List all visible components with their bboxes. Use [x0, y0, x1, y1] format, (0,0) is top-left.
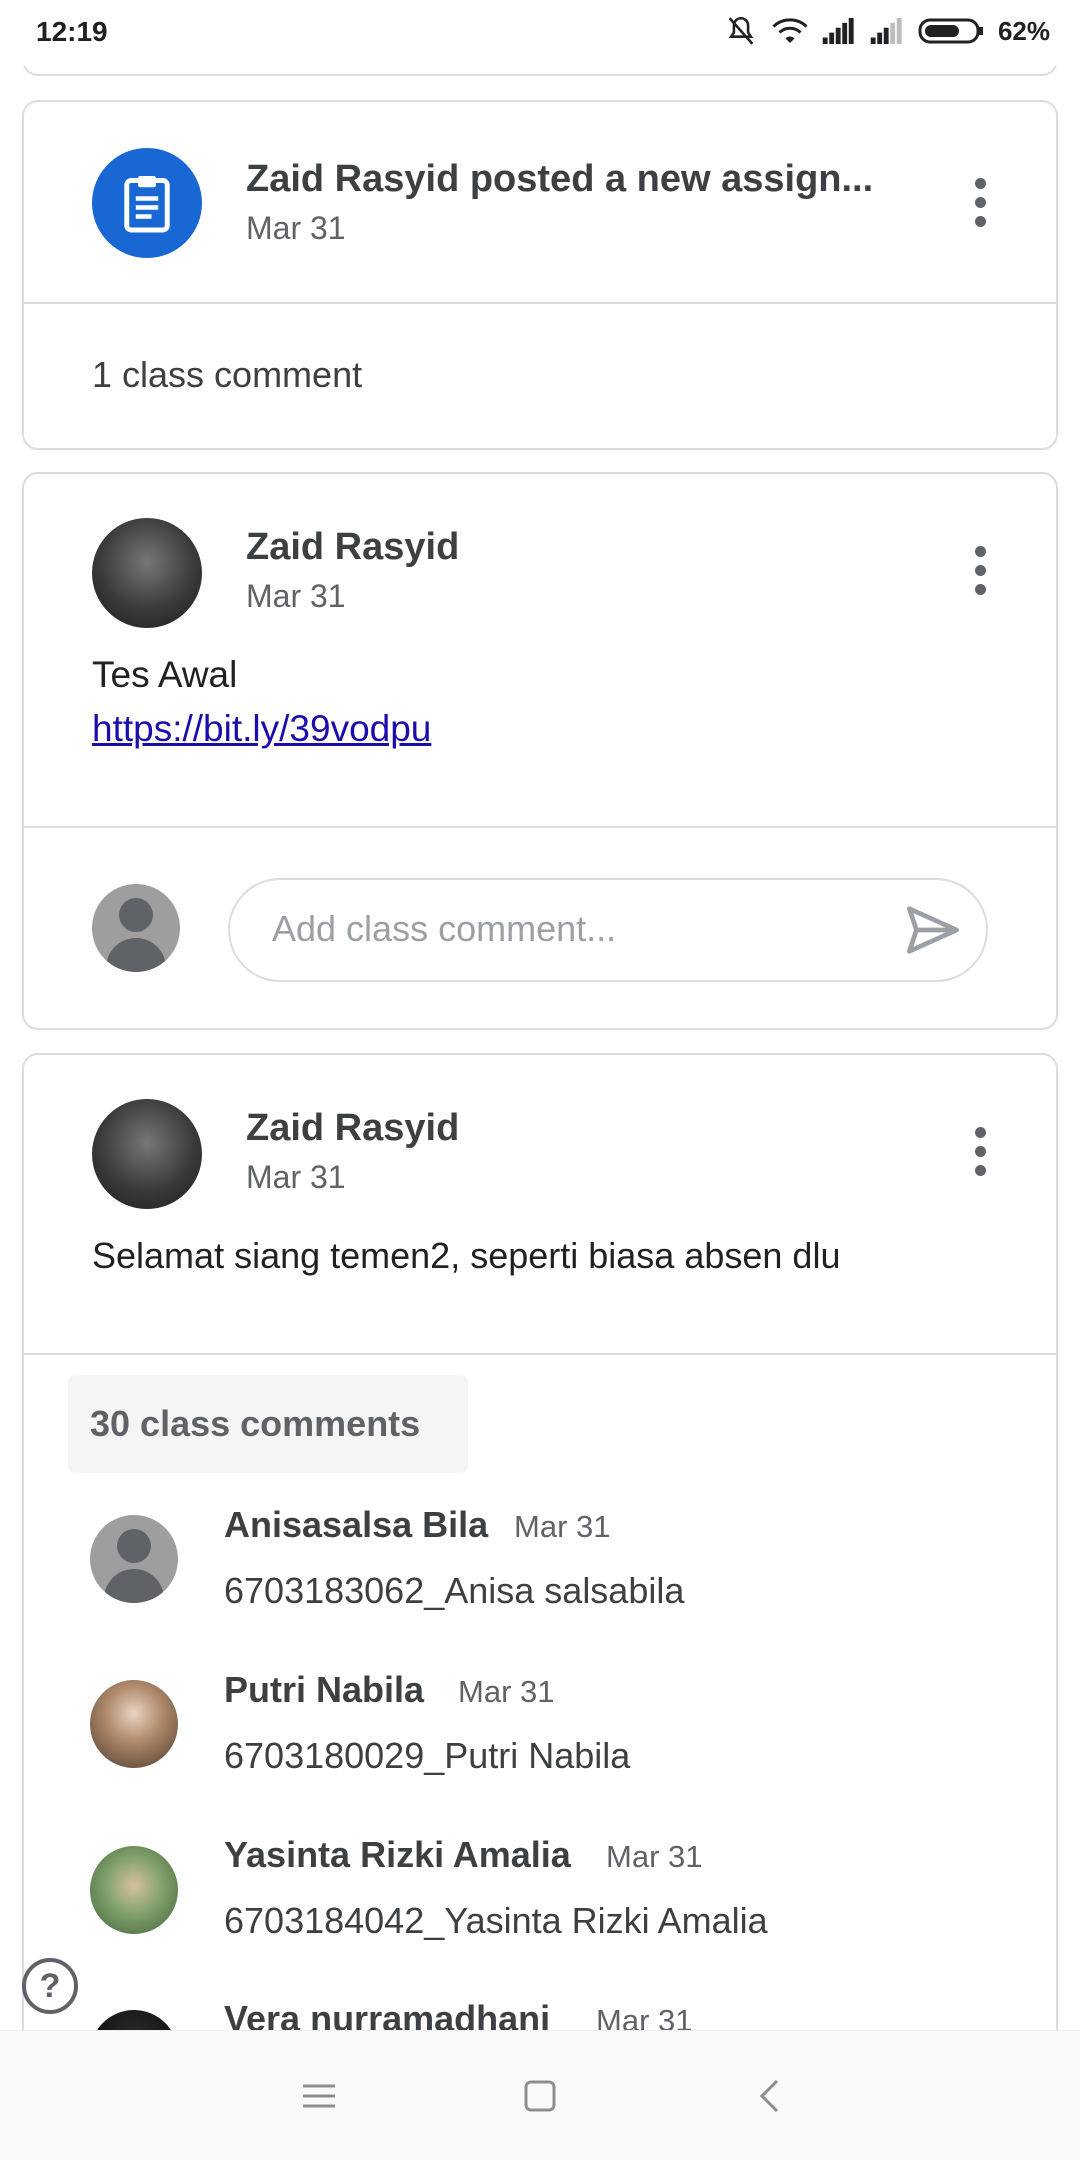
help-icon[interactable]: ? — [22, 1958, 78, 2014]
post-date: Mar 31 — [246, 578, 346, 614]
post-link[interactable]: https://bit.ly/39vodpu — [92, 708, 431, 750]
home-icon — [524, 2080, 556, 2112]
battery-percent: 62% — [997, 15, 1050, 46]
back-nav-button[interactable] — [744, 2071, 794, 2121]
comment-date: Mar 31 — [596, 2003, 693, 2030]
status-bar: 12:19 62% — [0, 0, 1080, 66]
wifi-icon — [772, 18, 808, 43]
class-comments-count: 30 class comments — [90, 1403, 421, 1444]
battery-icon — [918, 18, 983, 44]
signal-icon-2 — [870, 18, 902, 44]
post-text: Selamat siang temen2, seperti biasa abse… — [92, 1235, 841, 1276]
commenter-name: Putri Nabila — [224, 1669, 425, 1710]
assignment-comments-link[interactable]: 1 class comment — [92, 354, 362, 396]
post-author: Zaid Rasyid — [246, 526, 460, 568]
comment-text: 6703183062_Anisa salsabila — [224, 1570, 685, 1611]
comment-date: Mar 31 — [458, 1674, 555, 1709]
comment-text: 6703184042_Yasinta Rizki Amalia — [224, 1900, 768, 1941]
comment-date: Mar 31 — [514, 1509, 611, 1544]
divider — [24, 826, 1056, 828]
status-time: 12:19 — [36, 16, 108, 47]
system-nav-bar — [0, 2030, 1080, 2160]
class-comments-button[interactable]: 30 class comments — [68, 1375, 468, 1473]
comment-input[interactable]: Add class comment... — [228, 878, 988, 982]
comment-placeholder: Add class comment... — [272, 908, 617, 949]
post-author: Zaid Rasyid — [246, 1107, 460, 1149]
author-avatar — [92, 518, 202, 628]
commenter-avatar — [90, 1680, 178, 1768]
assignment-date: Mar 31 — [246, 210, 346, 246]
commenter-avatar — [90, 1846, 178, 1934]
assignment-icon — [124, 176, 170, 233]
home-nav-button[interactable] — [515, 2071, 565, 2121]
commenter-name: Anisasalsa Bila — [224, 1504, 489, 1545]
assignment-card[interactable]: Zaid Rasyid posted a new assign... Mar 3… — [22, 100, 1058, 450]
author-avatar — [92, 1099, 202, 1209]
commenter-name: Yasinta Rizki Amalia — [224, 1834, 571, 1875]
assignment-title[interactable]: Zaid Rasyid posted a new assign... — [246, 158, 896, 201]
menu-nav-button[interactable] — [294, 2071, 344, 2121]
commenter-name: Vera nurramadhani — [224, 1998, 551, 2030]
post-more-icon[interactable] — [960, 530, 1000, 610]
post-date: Mar 31 — [246, 1159, 346, 1195]
post-text: Tes Awal — [92, 654, 238, 695]
mute-bell-icon — [728, 16, 754, 45]
menu-icon — [303, 2084, 335, 2108]
stream-feed[interactable]: Zaid Rasyid posted a new assign... Mar 3… — [0, 0, 1080, 2030]
commenter-avatar — [90, 1515, 178, 1603]
assignment-avatar — [92, 148, 202, 258]
user-avatar — [92, 884, 180, 972]
assignment-more-icon[interactable] — [960, 162, 1000, 242]
status-icons: 62% — [724, 14, 1050, 48]
back-icon — [759, 2079, 779, 2113]
send-icon[interactable] — [904, 904, 962, 956]
comment-text: 6703180029_Putri Nabila — [224, 1735, 631, 1776]
signal-icon — [822, 18, 854, 44]
comment-date: Mar 31 — [606, 1839, 703, 1874]
divider — [24, 302, 1056, 304]
post-more-icon[interactable] — [960, 1111, 1000, 1191]
divider — [24, 1353, 1056, 1355]
post-card-1: Zaid Rasyid Mar 31 Tes Awal https://bit.… — [22, 472, 1058, 1030]
